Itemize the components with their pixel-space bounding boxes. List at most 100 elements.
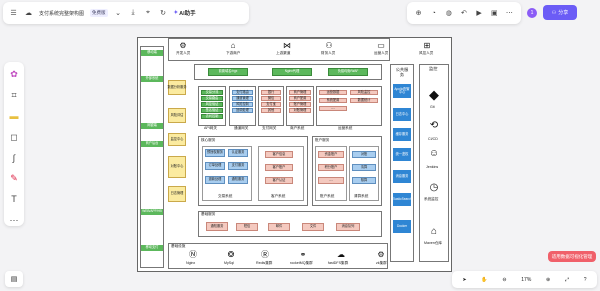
- more-tools-icon[interactable]: ⋯: [8, 214, 20, 226]
- shape-icon[interactable]: ◻: [8, 131, 20, 143]
- monitor-label: CI/CD: [428, 137, 438, 141]
- image-icon[interactable]: ▣: [490, 9, 499, 18]
- pay-item: 微信: [261, 96, 281, 101]
- text-icon[interactable]: T: [8, 194, 20, 206]
- play-icon[interactable]: ▶: [475, 9, 484, 18]
- menu-icon[interactable]: ☰: [9, 9, 18, 18]
- merchant-item: 对账管理: [289, 108, 311, 113]
- api-item: 签名验证: [201, 108, 223, 113]
- public-item: 消息服务: [393, 170, 411, 183]
- cursor-icon[interactable]: ➤: [462, 277, 466, 283]
- middleware-label: rocketMQ集群: [290, 261, 313, 265]
- base-item: 文件: [302, 223, 324, 231]
- pay-title: 支付网关: [262, 126, 277, 130]
- account-item: .....: [318, 177, 344, 184]
- public-item: 缓存服务: [393, 128, 411, 141]
- route-item: 通道管理: [232, 96, 253, 101]
- grid-icon: ⊞: [423, 40, 431, 50]
- domain-box: 负载均衡/WAF: [328, 68, 368, 76]
- middleware-label: zk集群: [376, 261, 387, 265]
- frame-icon[interactable]: ⌗: [8, 90, 20, 102]
- trade-item: 订单处理: [205, 162, 225, 170]
- monitor-label: Git: [430, 105, 435, 109]
- help-icon[interactable]: ?: [584, 277, 587, 283]
- left-label: 外部系统: [141, 76, 163, 82]
- people-icon: ⚇: [325, 40, 333, 50]
- trade-item: 认证服务: [228, 149, 248, 157]
- more-icon[interactable]: ⋯: [505, 9, 514, 18]
- document-title[interactable]: 支付系统完整架构图: [39, 10, 84, 17]
- public-title: 公共服务: [395, 67, 409, 78]
- palette-icon[interactable]: ✿: [8, 69, 20, 81]
- middleware-label: fastDFS集群: [328, 261, 349, 265]
- middleware-label: Nginx: [186, 261, 196, 265]
- trade-title: 交易系统: [218, 194, 233, 198]
- middleware-title: 基础设施: [171, 244, 186, 248]
- cicd-icon: ⟲: [429, 120, 439, 131]
- hand-icon[interactable]: ✋: [481, 277, 487, 283]
- cloud-icon[interactable]: ☁: [24, 9, 33, 18]
- api-item: 交易路由: [201, 96, 223, 101]
- left-label: 商户后台: [141, 141, 163, 147]
- ai-assistant-button[interactable]: ✦ AI助手: [174, 9, 196, 17]
- monitor-label: Maven仓库: [424, 241, 442, 245]
- trade-item: 通知服务: [228, 176, 248, 184]
- api-title: API网关: [204, 126, 217, 130]
- actor-label: 开发人员: [176, 51, 191, 55]
- maven-icon: ⌂: [430, 226, 438, 237]
- middleware-row: [168, 243, 388, 269]
- zoom-out-icon[interactable]: ⊖: [502, 277, 506, 283]
- chat-icon[interactable]: ◍: [444, 9, 453, 18]
- trade-item: 支付服务: [228, 162, 248, 170]
- route-title: 通道网关: [234, 126, 249, 130]
- avatar[interactable]: 1: [527, 8, 537, 18]
- comment-icon[interactable]: ◔: [429, 9, 438, 18]
- minimap-icon: ▤: [10, 276, 18, 283]
- api-item: 访问控制: [201, 114, 223, 119]
- share-button[interactable]: ⚇ 分享: [543, 5, 577, 20]
- merchant-title: 商户系统: [290, 126, 305, 130]
- fit-icon[interactable]: ⤢: [565, 277, 569, 283]
- promo-banner[interactable]: 适用数据可视化管理: [548, 251, 596, 262]
- mysql-icon: ❂: [227, 249, 235, 259]
- zoom-level[interactable]: 17%: [521, 277, 531, 283]
- public-item: 统一鉴权: [393, 148, 411, 161]
- ops-item: .....: [319, 106, 347, 111]
- fastdfs-icon: ☁: [337, 249, 345, 259]
- zookeeper-icon: ⚙: [377, 249, 385, 259]
- jenkins-icon: ☺: [428, 148, 440, 159]
- base-item: 消息队列: [336, 223, 360, 231]
- actor-label: 财务人员: [321, 51, 336, 55]
- minimap-button[interactable]: ▤: [5, 271, 23, 287]
- account-item: 积分账户: [318, 164, 344, 171]
- sticky-note-icon[interactable]: ▬: [8, 111, 20, 123]
- tag-icon[interactable]: ⌖: [144, 9, 153, 18]
- actors-row: [168, 38, 390, 61]
- base-item: 邮件: [268, 223, 290, 231]
- api-item: 交易分流: [201, 90, 223, 95]
- settle-item: 核算: [352, 177, 376, 184]
- actor-label: 上游渠道: [276, 51, 291, 55]
- add-icon[interactable]: ⊕: [414, 9, 423, 18]
- public-item: ElasticSearch: [392, 193, 412, 206]
- history-icon[interactable]: ↻: [159, 9, 168, 18]
- redis-icon: Ⓡ: [261, 249, 269, 259]
- connector-icon[interactable]: ∫: [8, 152, 20, 164]
- monitor-label: 系统监控: [424, 197, 439, 201]
- monitor-clock-icon: ◷: [429, 182, 439, 193]
- client-title: 客户系统: [271, 194, 286, 198]
- chevron-down-icon[interactable]: ⌄: [114, 9, 123, 18]
- zoom-in-icon[interactable]: ⊕: [546, 277, 550, 283]
- user-icon: ⚇: [551, 9, 557, 16]
- zoom-toolbar: ➤ ✋ ⊖ 17% ⊕ ⤢ ?: [452, 271, 597, 288]
- pen-icon[interactable]: ✎: [8, 173, 20, 185]
- yellow-box: 风险评估: [168, 108, 186, 123]
- monitor-label: Jenkins: [426, 165, 439, 169]
- middleware-label: MySql: [224, 261, 234, 265]
- public-item: Docker: [393, 220, 411, 233]
- ops-item: 数据统计: [350, 98, 378, 103]
- merchant-item: 商户管理: [289, 90, 311, 95]
- undo-icon[interactable]: ↶: [459, 9, 468, 18]
- developer-icon: ⚙: [179, 40, 187, 50]
- download-icon[interactable]: ⤓: [129, 9, 138, 18]
